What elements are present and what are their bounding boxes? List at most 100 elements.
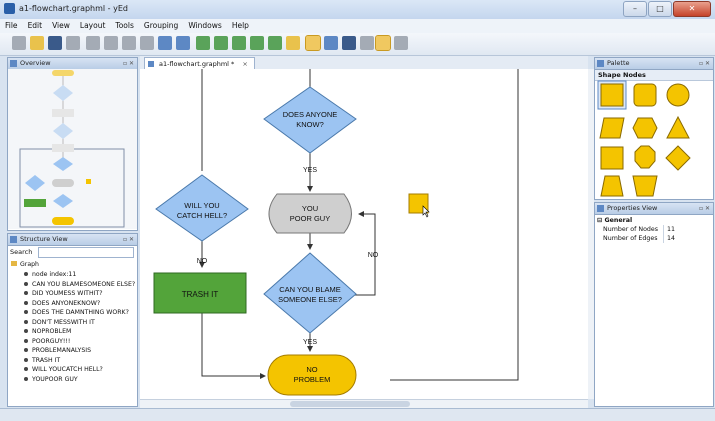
properties-icon [597, 205, 604, 212]
cut-icon[interactable] [86, 36, 100, 50]
save-icon[interactable] [48, 36, 62, 50]
overview-node [86, 179, 91, 184]
tree-item[interactable]: DON'T MESSWITH IT [24, 318, 95, 327]
palette-octagon[interactable] [634, 145, 656, 169]
palette-ellipse[interactable] [666, 83, 690, 107]
palette-title: Palette [607, 59, 630, 67]
toolbar [0, 33, 715, 56]
menu-file[interactable]: File [0, 19, 23, 33]
tree-item[interactable]: POORGUY!!! [24, 337, 70, 346]
edge[interactable] [201, 313, 266, 379]
palette-inverted-trapezoid[interactable] [632, 175, 658, 197]
bullet-icon [24, 300, 28, 305]
bullet-icon [24, 357, 28, 362]
copy-icon[interactable] [104, 36, 118, 50]
panel-buttons-icon[interactable]: ▫ ✕ [123, 234, 134, 245]
new-icon[interactable] [12, 36, 26, 50]
open-icon[interactable] [30, 36, 44, 50]
tree-item[interactable]: DID YOUMESS WITHIT? [24, 289, 103, 298]
tree-root[interactable]: Graph [11, 260, 39, 269]
property-value: 11 [667, 226, 676, 233]
close-button[interactable]: ✕ [673, 1, 711, 17]
palette-rounded-rectangle[interactable] [633, 83, 657, 107]
undo-icon[interactable] [158, 36, 172, 50]
tree-item[interactable]: NOPROBLEM [24, 327, 71, 336]
zoom-out-icon[interactable] [214, 36, 228, 50]
tree-item[interactable]: WILL YOUCATCH HELL? [24, 365, 103, 374]
search-label: Search [10, 248, 33, 256]
zoom-area-icon[interactable] [250, 36, 264, 50]
panel-buttons-icon[interactable]: ▫ ✕ [699, 58, 710, 69]
tree-root-label: Graph [20, 261, 39, 268]
tree-item[interactable]: DOES THE DAMNTHING WORK? [24, 308, 129, 317]
palette-trapezoid[interactable] [600, 175, 624, 197]
menu-tools[interactable]: Tools [110, 19, 138, 33]
grid-icon[interactable] [342, 36, 356, 50]
palette-diamond[interactable] [665, 145, 691, 171]
save-as-icon[interactable] [66, 36, 80, 50]
navigate-mode-icon[interactable] [324, 36, 338, 50]
menu-grouping[interactable]: Grouping [139, 19, 183, 33]
menu-layout[interactable]: Layout [75, 19, 111, 33]
zoom-in-icon[interactable] [196, 36, 210, 50]
property-name: Number of Nodes [603, 226, 659, 233]
panel-buttons-icon[interactable]: ▫ ✕ [699, 203, 710, 214]
palette-parallelogram[interactable] [599, 117, 625, 139]
edit-mode-icon[interactable] [305, 35, 321, 51]
menu-edit[interactable]: Edit [23, 19, 48, 33]
overview-start-node [52, 70, 74, 76]
edge[interactable] [390, 69, 519, 381]
palette-icon [597, 60, 604, 67]
redo-icon[interactable] [176, 36, 190, 50]
structure-title: Structure View [20, 235, 68, 243]
zoom-fit-icon[interactable] [232, 36, 246, 50]
palette-triangle[interactable] [666, 115, 690, 139]
bullet-icon [24, 329, 28, 333]
tree-item[interactable]: DOES ANYONEKNOW? [24, 299, 100, 308]
structure-header: Structure View ▫ ✕ [8, 234, 137, 246]
structure-panel: Structure View ▫ ✕ Search Graph node ind… [7, 233, 138, 407]
tree-item[interactable]: TRASH IT [24, 356, 60, 365]
zoom-100-icon[interactable] [268, 36, 282, 50]
overview-minimap[interactable] [8, 69, 137, 229]
palette-hexagon[interactable] [632, 117, 658, 139]
tree-item[interactable]: node index:11 [24, 270, 76, 279]
label-poor-guy-1: YOU [302, 204, 318, 213]
menu-help[interactable]: Help [227, 19, 254, 33]
properties-section[interactable]: ⊟ General [597, 216, 632, 225]
panel-buttons-icon[interactable]: ▫ ✕ [123, 58, 134, 69]
bullet-icon [24, 338, 28, 343]
menu-windows[interactable]: Windows [183, 19, 226, 33]
palette-header: Palette ▫ ✕ [595, 58, 713, 70]
snap-icon[interactable] [360, 36, 374, 50]
window-controls: – □ ✕ [623, 1, 711, 17]
group-icon[interactable] [394, 36, 408, 50]
orthogonal-edges-icon[interactable] [375, 35, 391, 51]
menu-bar: File Edit View Layout Tools Grouping Win… [0, 19, 715, 33]
overview-node [24, 199, 46, 207]
overview-node [52, 179, 74, 187]
tab-close-icon[interactable]: × [242, 60, 247, 68]
bullet-icon [24, 272, 28, 276]
bullet-icon [24, 367, 28, 371]
properties-panel: Properties View ▫ ✕ ⊟ General Number of … [594, 202, 714, 407]
fit-content-icon[interactable] [286, 36, 300, 50]
bullet-icon [24, 376, 28, 381]
menu-view[interactable]: View [47, 19, 75, 33]
tree-item[interactable]: CAN YOU BLAMESOMEONE ELSE? [24, 280, 135, 289]
palette-square[interactable] [600, 146, 624, 170]
bullet-icon [24, 319, 28, 324]
label-no-problem-2: PROBLEM [294, 375, 331, 384]
overview-icon [10, 60, 17, 67]
palette-rectangle[interactable] [600, 83, 624, 107]
tree-item[interactable]: PROBLEMANALYSIS [24, 346, 91, 355]
maximize-button[interactable]: □ [648, 1, 672, 17]
bullet-icon [24, 310, 28, 314]
minimize-button[interactable]: – [623, 1, 647, 17]
graph-canvas[interactable]: DOES ANYONE KNOW? YES WILL YOU CATCH HEL… [140, 69, 588, 399]
tree-item[interactable]: YOUPOOR GUY [24, 375, 78, 384]
delete-icon[interactable] [140, 36, 154, 50]
structure-search-input[interactable] [38, 247, 134, 258]
scroll-thumb[interactable] [290, 401, 410, 407]
paste-icon[interactable] [122, 36, 136, 50]
